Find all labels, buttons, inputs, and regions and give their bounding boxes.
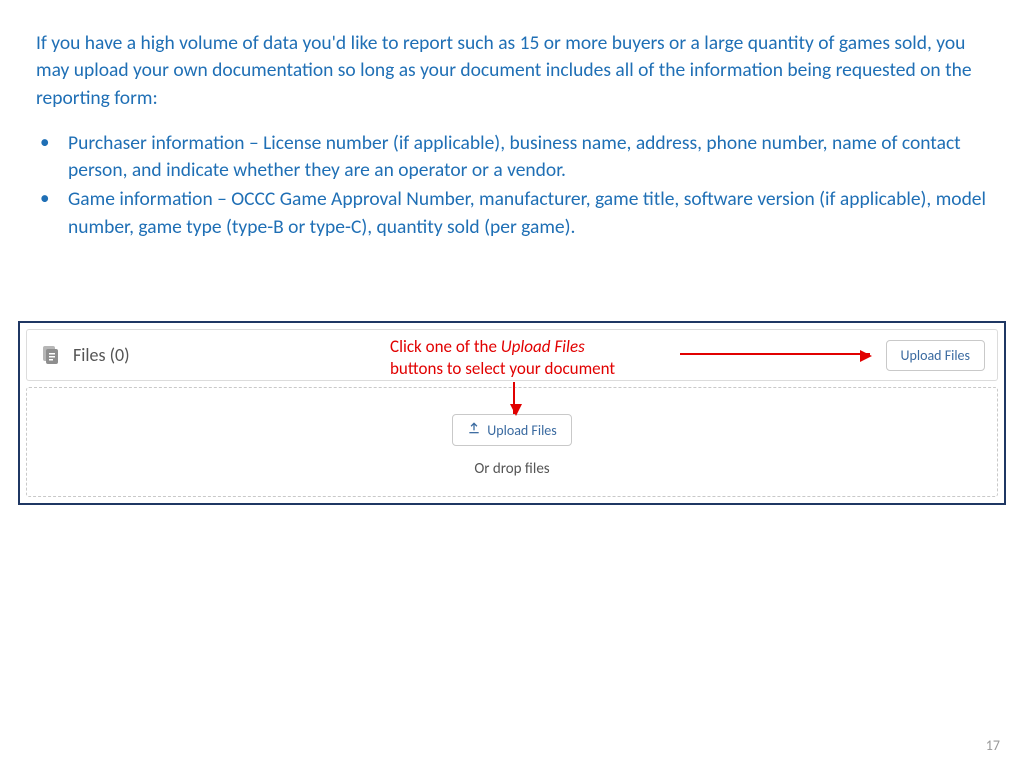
arrow-right-icon [680,353,870,355]
arrow-down-icon [513,382,515,414]
files-icon [39,343,63,367]
list-item: Purchaser information – License number (… [68,130,988,185]
list-item: Game information – OCCC Game Approval Nu… [68,186,988,241]
upload-icon [467,421,481,439]
upload-files-button-top[interactable]: Upload Files [886,340,985,371]
requirements-list: Purchaser information – License number (… [36,130,988,241]
upload-files-button-label: Upload Files [901,347,970,364]
files-count-label: Files (0) [73,344,130,366]
upload-files-button-label: Upload Files [487,422,556,439]
upload-files-button-center[interactable]: Upload Files [452,414,571,446]
intro-paragraph: If you have a high volume of data you'd … [36,30,988,112]
page-number: 17 [986,737,1000,754]
drop-files-text: Or drop files [27,460,997,478]
annotation-text: Click one of the Upload Files buttons to… [390,336,615,380]
